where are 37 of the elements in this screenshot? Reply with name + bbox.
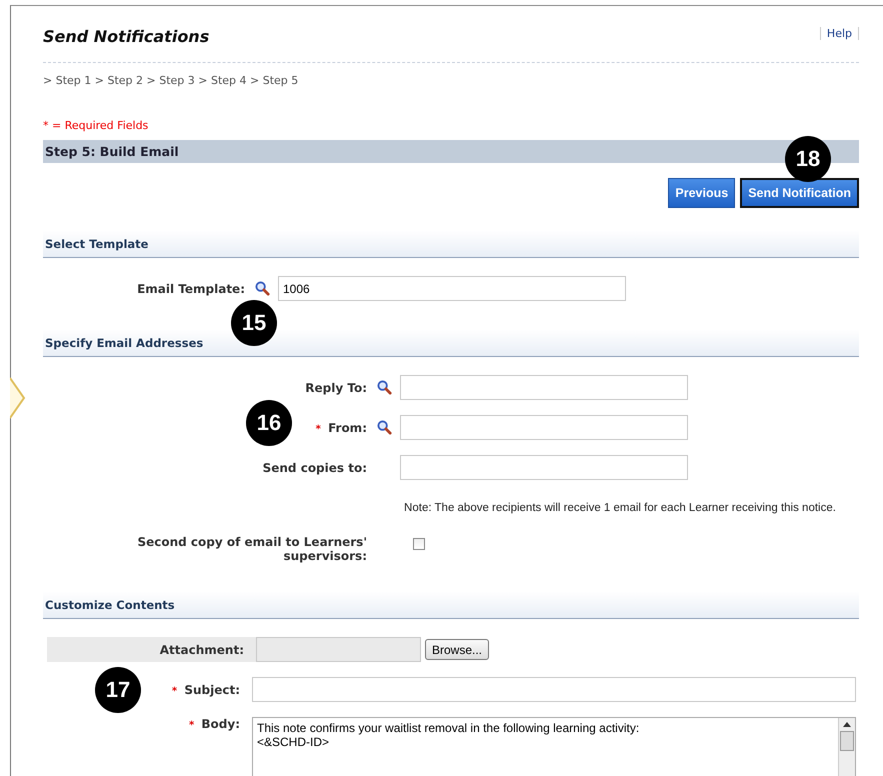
required-asterisk: * (188, 720, 194, 731)
search-icon[interactable] (377, 380, 392, 395)
callout-number: 17 (95, 667, 141, 713)
field-label: Email Template: (137, 282, 245, 296)
help-link[interactable]: Help (820, 27, 859, 40)
field-label: Reply To: (305, 380, 367, 394)
browse-button[interactable]: Browse... (425, 639, 490, 660)
text-field[interactable] (252, 677, 856, 702)
body-text-line: This note confirms your waitlist removal in the following learning activity: (257, 721, 640, 735)
chevron-tab-icon[interactable] (10, 376, 26, 420)
send-button[interactable]: Send Notification (740, 178, 859, 208)
text-field[interactable] (400, 415, 688, 440)
field-label: Attachment: (160, 642, 244, 656)
callout-number: 18 (785, 136, 831, 182)
required-note: * = Required Fields (43, 119, 150, 132)
body-textarea[interactable]: This note confirms your waitlist removal in the following learning activity: <&SCHD-ID> (252, 717, 856, 776)
page-title: Send Notifications (43, 27, 210, 46)
required-asterisk: * (316, 424, 321, 434)
note-text: Note: The above recipients will receive 1 email for each Learner receiving this notice. (403, 502, 837, 514)
breadcrumb: > Step 1 > Step 2 > Step 3 > Step 4 > Step 5 (43, 74, 300, 87)
text-field[interactable]: 1006 (278, 276, 626, 301)
body-text-line: <&SCHD-ID> (257, 735, 330, 749)
field-label: Send copies to: (262, 460, 367, 474)
search-icon[interactable] (255, 281, 270, 296)
text-field[interactable] (400, 375, 688, 400)
callout-number: 15 (231, 300, 277, 346)
field-label: Body: (201, 717, 240, 731)
field-label: Subject: (184, 682, 240, 696)
required-asterisk: * (172, 686, 178, 696)
text-field[interactable] (400, 455, 688, 480)
search-icon[interactable] (377, 420, 392, 435)
callout-number: 16 (246, 400, 292, 446)
checkbox[interactable] (413, 538, 425, 550)
field-label: From: (328, 420, 367, 434)
previous-button[interactable]: Previous (668, 178, 736, 208)
scrollbar[interactable] (838, 718, 855, 776)
field-label: Second copy of email to Learners' supervisors: (137, 535, 367, 563)
